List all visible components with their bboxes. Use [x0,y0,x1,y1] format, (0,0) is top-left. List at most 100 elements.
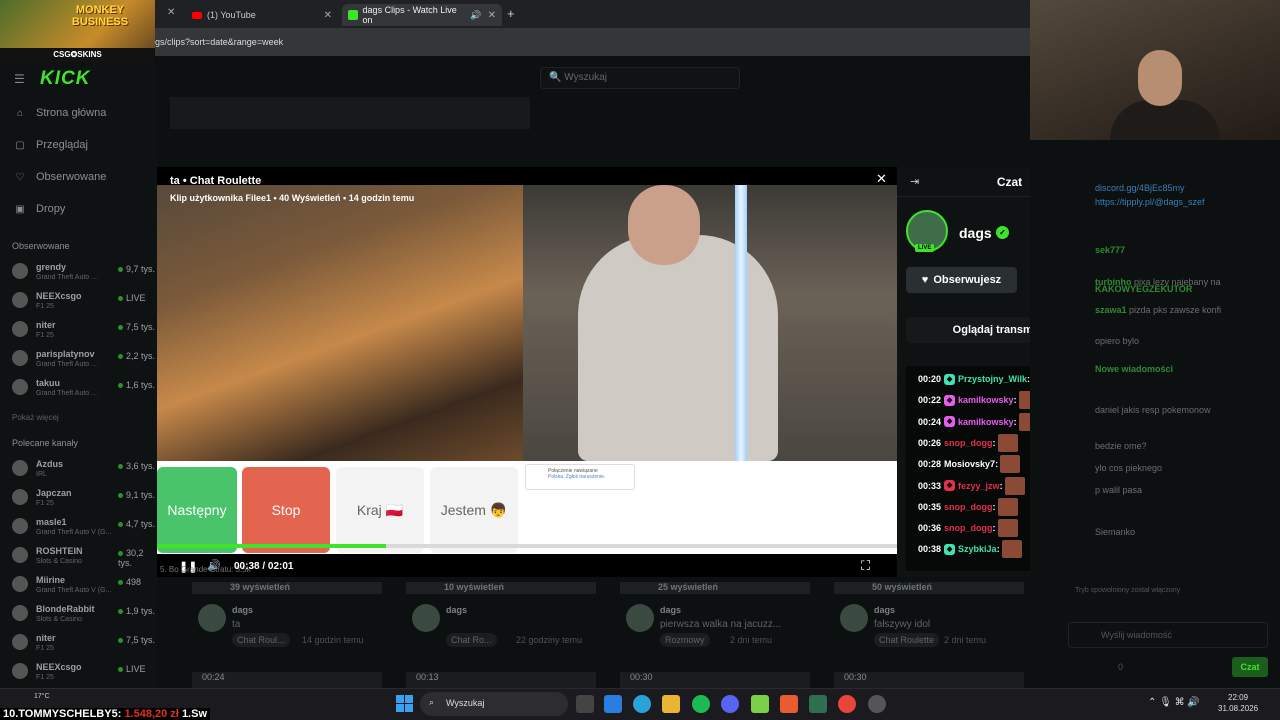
emote-icon [997,497,1018,516]
side-chat-input[interactable]: Wyślij wiadomość [1068,622,1268,648]
streamer-name[interactable]: dags [959,225,992,241]
close-tab-icon[interactable]: ✕ [167,7,175,18]
country-button[interactable]: Kraj 🇵🇱 [336,467,424,553]
app-icon[interactable] [751,695,769,713]
clip-title: pierwsza walka na jacuzz... [660,619,782,630]
store-icon[interactable] [604,695,622,713]
app-icon[interactable] [809,695,827,713]
channel-item[interactable]: NEEXcsgo F1 25 LIVE [12,290,157,318]
side-chat-line: Nowe wiadomości [1095,364,1173,374]
points-count: 0 [1118,662,1124,672]
side-chat-user[interactable]: szawa1 [1095,305,1127,315]
clip-card[interactable]: 50 wyświetleń dags fałszywy idol Chat Roule… [834,580,1024,688]
task-view-icon[interactable] [576,695,594,713]
chat-username[interactable]: Przystojny_Wilk [958,374,1027,384]
discord-icon[interactable] [721,695,739,713]
nav-following[interactable]: ♡ Obserwowane [14,171,107,183]
channel-game: Grand Theft Auto ... [36,390,97,397]
chat-username[interactable]: fezyy_jzw [958,481,1000,491]
heart-icon: ♥ [921,274,929,286]
kick-logo[interactable]: KICK [40,68,90,90]
nav-home[interactable]: ⌂ Strona główna [14,107,106,119]
follow-button[interactable]: ♥ Obserwujesz [906,267,1017,293]
avatar [12,292,28,308]
channel-item[interactable]: NEEXcsgo F1 25 LIVE [12,661,157,689]
clip-age: 22 godziny temu [516,635,583,645]
clip-duration: 00:30 [834,672,1024,688]
channel-item[interactable]: takuu Grand Theft Auto ... 1,6 tys. [12,377,157,405]
clip-card[interactable]: 10 wyświetleń dags Chat Ro... 22 godziny te… [406,580,596,688]
clip-duration: 00:30 [620,672,810,688]
channel-item[interactable]: BlondeRabbit Slots & Casino 1,9 tys. [12,603,157,631]
avatar [198,604,226,632]
chat-username[interactable]: snop_dogg [944,502,993,512]
clip-category-tag[interactable]: Rozmowy [660,633,710,647]
spotify-icon[interactable] [692,695,710,713]
tipply-link[interactable]: https://tipply.pl/@dags_szef [1095,197,1205,207]
clip-card[interactable]: 39 wyświetleń dags ta Chat Roul... 14 godzin… [192,580,382,688]
tab-youtube[interactable]: (1) YouTube ✕ [186,4,338,26]
search-input[interactable]: 🔍 Wyszukaj [540,67,740,89]
edge-icon[interactable] [633,695,651,713]
channel-item[interactable]: Japczan F1 25 9,1 tys. [12,487,157,515]
speaker-icon[interactable]: 🔊 [470,10,481,21]
taskbar-search-label: Wyszukaj [446,698,485,708]
app-icon[interactable] [868,695,886,713]
channel-item[interactable]: Azdus IRL 3,6 tys. [12,458,157,486]
clip-category-tag[interactable]: Chat Roulette [874,633,940,647]
chat-username[interactable]: kamilkowsky [958,417,1014,427]
show-more-link[interactable]: Pokaż więcej [12,413,59,422]
close-icon[interactable]: ✕ [876,171,887,187]
channel-item[interactable]: Miirine Grand Theft Auto V (G... 498 [12,574,157,602]
channel-item[interactable]: niter F1 25 7,5 tys. [12,319,157,347]
menu-icon[interactable]: ☰ [14,72,25,86]
taskbar-clock[interactable]: 22:09 31.08.2026 [1218,692,1258,714]
channel-item[interactable]: parisplatynov Grand Theft Auto ... 2,2 tys… [12,348,157,376]
side-chat-send-button[interactable]: Czat [1232,657,1268,677]
brave-icon[interactable] [780,695,798,713]
nav-drops[interactable]: ▣ Dropy [14,203,65,215]
close-tab-icon[interactable]: ✕ [318,10,332,21]
channel-item[interactable]: ROSHTEIN Slots & Casino 30,2 tys. [12,545,157,573]
chat-username[interactable]: Mosiovsky7 [944,459,995,469]
new-tab-button[interactable]: + [507,6,515,21]
side-chat-user[interactable]: Nowe wiadomości [1095,364,1173,374]
windows-start-icon[interactable] [396,695,413,712]
clip-category-tag[interactable]: Chat Ro... [446,633,497,647]
avatar [12,605,28,621]
viewer-count-text: 9,7 tys. [126,264,156,274]
fullscreen-icon[interactable]: ⛶ [861,558,870,574]
nav-label: Przeglądaj [36,139,88,151]
file-explorer-icon[interactable] [662,695,680,713]
weather-widget[interactable]: 17°C [34,693,50,700]
chrome-icon[interactable] [838,695,856,713]
me-button[interactable]: Jestem 👦 [430,467,518,553]
discord-link[interactable]: discord.gg/4BjEc85my [1095,183,1185,193]
video-left-camera[interactable] [157,185,523,461]
viewer-count: 9,1 tys. [118,490,155,500]
popup-sub: Polska. Zgłoś naruszenie. [548,474,606,480]
nav-browse[interactable]: ▢ Przeglądaj [14,139,88,151]
channel-item[interactable]: niter F1 25 7,5 tys. [12,632,157,660]
chat-username[interactable]: snop_dogg [944,523,993,533]
url-text[interactable]: gs/clips?sort=date&range=week [155,37,283,47]
channel-item[interactable]: masle1 Grand Theft Auto V (G... 4,7 tys. [12,516,157,544]
chat-username[interactable]: SzybkiJa [958,544,997,554]
close-tab-icon[interactable]: ✕ [482,10,496,21]
clip-category-tag[interactable]: Chat Roul... [232,633,290,647]
avatar [12,634,28,650]
stop-button[interactable]: Stop [242,467,330,553]
chat-username[interactable]: snop_dogg [944,438,993,448]
taskbar-search[interactable]: ⌕ Wyszukaj [420,692,568,716]
clip-card[interactable]: 25 wyświetleń dags pierwsza walka na jacuz… [620,580,810,688]
viewer-count: 2,2 tys. [118,351,155,361]
side-chat-user[interactable]: KAKOWYEGZEKUTOR [1095,284,1192,294]
tray-icons[interactable]: ⌃ 🎙 ⌘ 🔊 [1148,697,1200,708]
side-chat-user[interactable]: sek777 [1095,245,1125,255]
side-chat-placeholder: Wyślij wiadomość [1101,630,1172,640]
tab-kick-clips[interactable]: dags Clips - Watch Live on 🔊 ✕ [342,4,502,26]
channel-game: F1 25 [36,645,54,652]
next-button[interactable]: Następny [157,467,237,553]
channel-item[interactable]: grendy Grand Theft Auto ... 9,7 tys. [12,261,157,289]
chat-username[interactable]: kamilkowsky [958,395,1014,405]
